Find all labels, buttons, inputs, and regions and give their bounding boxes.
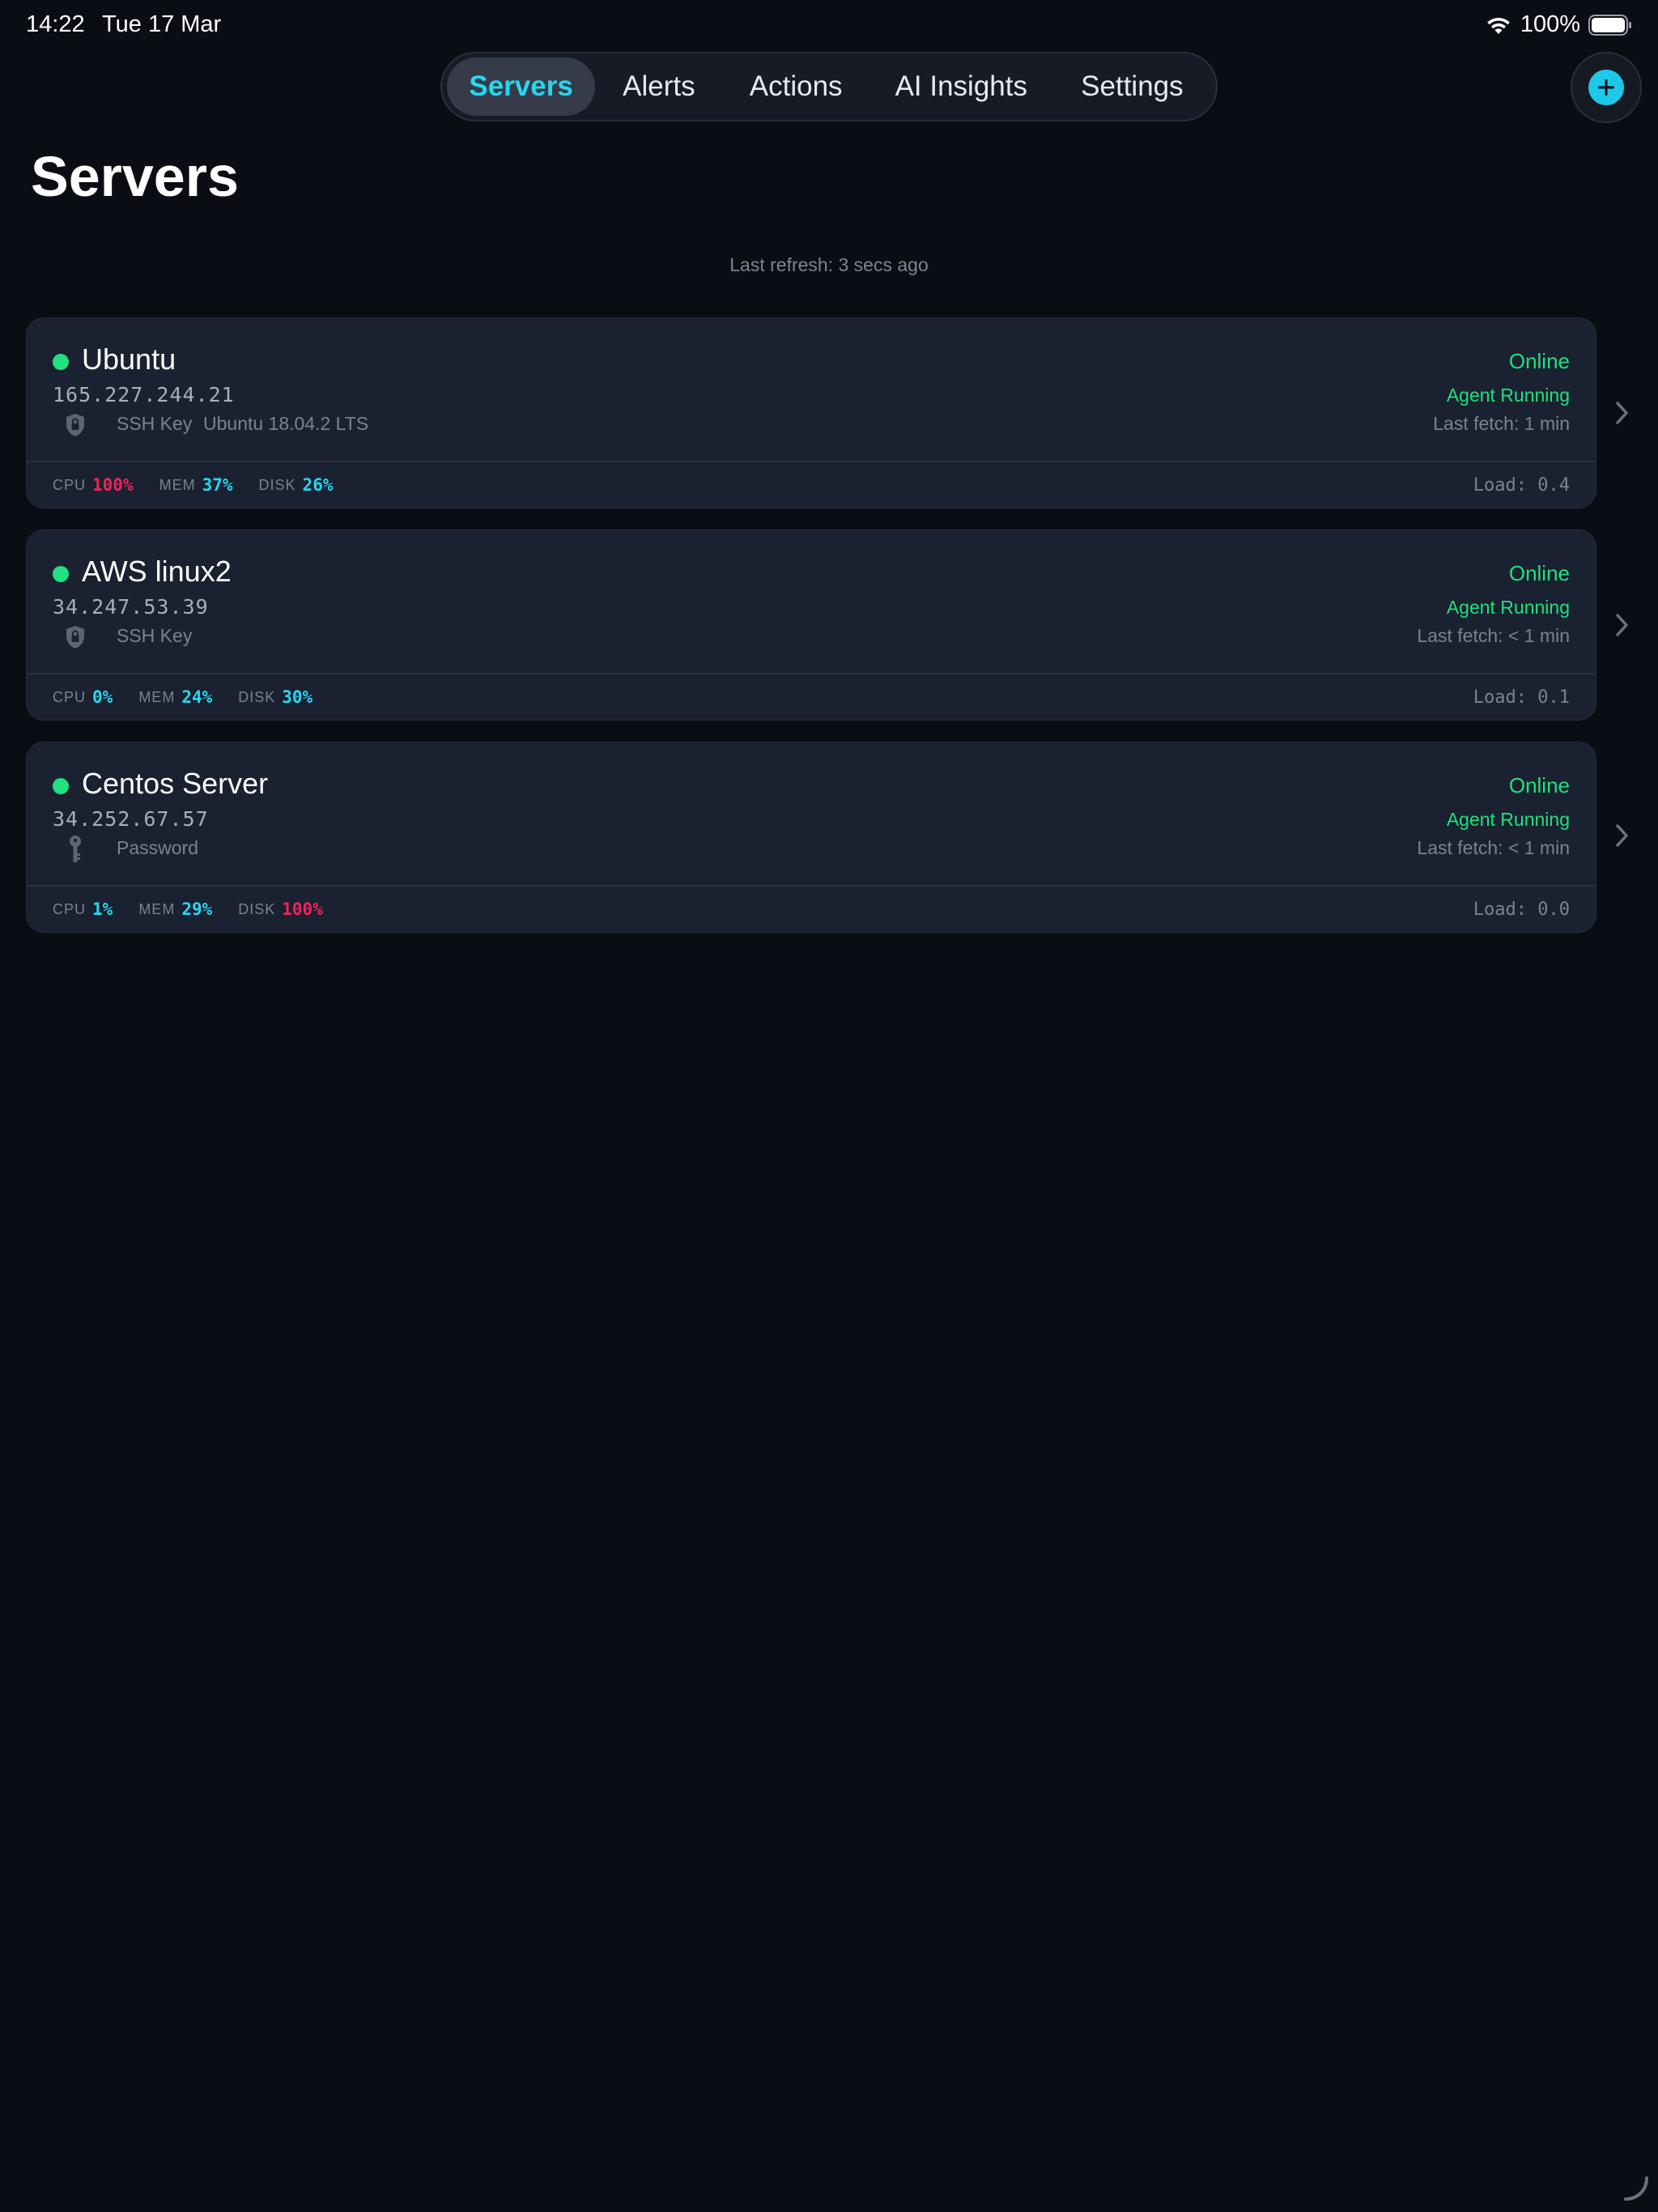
cpu-label: CPU: [53, 900, 87, 917]
last-fetch: Last fetch: < 1 min: [1417, 837, 1570, 858]
mem-metric: MEM 29%: [138, 900, 212, 919]
tab-ai-insights[interactable]: AI Insights: [869, 57, 1053, 116]
resize-corner-icon: [1622, 2175, 1650, 2202]
disk-label: DISK: [258, 476, 296, 493]
status-bar: 14:22 Tue 17 Mar 100%: [0, 0, 1658, 52]
mem-value: 37%: [202, 475, 233, 495]
cpu-label: CPU: [53, 688, 87, 705]
os-version: Ubuntu 18.04.2 LTS: [203, 413, 369, 434]
disk-label: DISK: [238, 900, 276, 917]
online-status: Online: [1508, 773, 1570, 798]
last-fetch: Last fetch: 1 min: [1433, 413, 1570, 434]
server-card-header: AWS linux2 34.247.53.39 SSH Key Online A…: [27, 530, 1596, 673]
battery-percentage: 100%: [1520, 11, 1580, 37]
server-ip: 165.227.244.21: [53, 383, 235, 406]
agent-status: Agent Running: [1446, 385, 1570, 406]
tab-actions[interactable]: Actions: [723, 57, 869, 116]
mem-metric: MEM 24%: [138, 687, 212, 707]
server-name: Centos Server: [82, 767, 269, 800]
agent-status: Agent Running: [1446, 809, 1570, 830]
cpu-value: 100%: [92, 475, 134, 495]
server-card-header: Centos Server 34.252.67.57 Password Onli…: [27, 742, 1596, 885]
disk-metric: DISK 26%: [259, 475, 334, 495]
add-server-button[interactable]: [1571, 52, 1642, 123]
cpu-value: 1%: [92, 900, 113, 919]
servers-screen: 14:22 Tue 17 Mar 100% Servers Alerts Act…: [0, 0, 1658, 2212]
cpu-metric: CPU 100%: [53, 475, 134, 495]
metrics-row: CPU 0% MEM 24% DISK 30%: [53, 681, 338, 713]
agent-status: Agent Running: [1446, 597, 1570, 618]
cpu-metric: CPU 0%: [53, 687, 113, 707]
wifi-icon: [1485, 15, 1512, 36]
server-card-ubuntu[interactable]: Ubuntu 165.227.244.21 SSH Key Ubuntu 18.…: [26, 317, 1596, 508]
mem-label: MEM: [138, 688, 176, 705]
online-status: Online: [1508, 561, 1570, 585]
top-tab-bar: Servers Alerts Actions AI Insights Setti…: [440, 52, 1218, 121]
card-divider: [27, 885, 1596, 887]
mem-value: 24%: [181, 687, 213, 707]
disk-value: 30%: [282, 687, 313, 707]
online-status-dot: [53, 354, 69, 370]
server-ip: 34.252.67.57: [53, 807, 209, 831]
card-divider: [27, 461, 1596, 462]
server-name: Ubuntu: [82, 342, 176, 376]
auth-method: SSH Key: [117, 625, 193, 646]
tab-alerts[interactable]: Alerts: [595, 57, 722, 116]
metrics-row: CPU 1% MEM 29% DISK 100%: [53, 893, 349, 925]
load-average: Load: 0.4: [1473, 474, 1570, 496]
disk-label: DISK: [238, 688, 276, 705]
load-average: Load: 0.1: [1473, 687, 1570, 708]
page-title: Servers: [31, 145, 239, 208]
status-time: 14:22: [26, 11, 85, 37]
tab-settings[interactable]: Settings: [1053, 57, 1211, 116]
mem-label: MEM: [159, 476, 196, 493]
disk-value: 100%: [282, 900, 323, 919]
server-list: Ubuntu 165.227.244.21 SSH Key Ubuntu 18.…: [26, 317, 1596, 954]
mem-value: 29%: [181, 900, 213, 919]
disk-metric: DISK 100%: [238, 900, 323, 919]
plus-icon: [1588, 70, 1624, 105]
tab-servers[interactable]: Servers: [447, 57, 596, 116]
server-card-centos[interactable]: Centos Server 34.252.67.57 Password Onli…: [26, 742, 1596, 933]
last-fetch: Last fetch: < 1 min: [1417, 625, 1570, 646]
auth-method: SSH Key: [117, 413, 193, 434]
mem-metric: MEM 37%: [159, 475, 233, 495]
metrics-row: CPU 100% MEM 37% DISK 26%: [53, 469, 359, 501]
chevron-right-icon[interactable]: [1614, 823, 1630, 849]
last-refresh-label: Last refresh: 3 secs ago: [729, 254, 929, 275]
card-divider: [27, 673, 1596, 674]
cpu-metric: CPU 1%: [53, 900, 113, 919]
status-date: Tue 17 Mar: [102, 11, 222, 37]
cpu-label: CPU: [53, 476, 87, 493]
auth-method: Password: [117, 837, 198, 858]
chevron-right-icon[interactable]: [1614, 400, 1630, 426]
status-right: 100%: [1485, 11, 1632, 38]
battery-icon: [1588, 14, 1632, 36]
server-name: AWS linux2: [82, 555, 232, 588]
online-status: Online: [1508, 349, 1570, 373]
online-status-dot: [53, 566, 69, 582]
cpu-value: 0%: [92, 687, 113, 707]
chevron-right-icon[interactable]: [1614, 612, 1630, 638]
load-average: Load: 0.0: [1473, 899, 1570, 920]
disk-metric: DISK 30%: [238, 687, 312, 707]
server-card-aws-linux2[interactable]: AWS linux2 34.247.53.39 SSH Key Online A…: [26, 530, 1596, 721]
shield-lock-icon: [59, 409, 91, 441]
disk-value: 26%: [302, 475, 334, 495]
key-icon: [59, 833, 91, 866]
mem-label: MEM: [138, 900, 176, 917]
online-status-dot: [53, 778, 69, 794]
server-ip: 34.247.53.39: [53, 595, 209, 619]
server-card-header: Ubuntu 165.227.244.21 SSH Key Ubuntu 18.…: [27, 318, 1596, 461]
shield-lock-icon: [59, 621, 91, 653]
